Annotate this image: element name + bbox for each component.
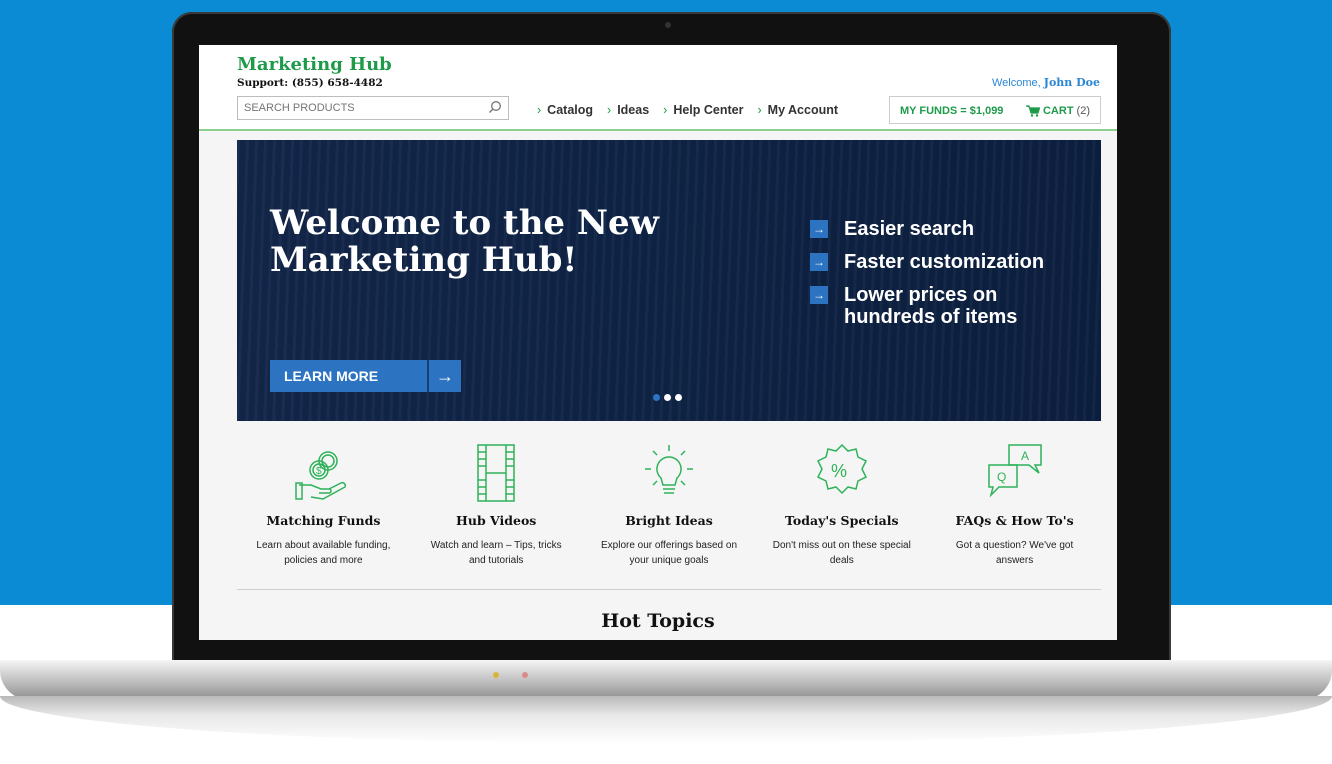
welcome-prefix: Welcome,: [991, 77, 1041, 89]
nav-label: Ideas: [617, 103, 650, 117]
my-funds-link[interactable]: MY FUNDS = $1,099: [900, 105, 1003, 117]
cart-icon: [1025, 105, 1040, 117]
arrow-right-icon: →: [427, 360, 461, 392]
led-indicator: [493, 672, 499, 678]
nav-label: My Account: [767, 103, 839, 117]
arrow-right-icon: →: [810, 253, 828, 271]
cart-button[interactable]: CART (2): [1025, 105, 1090, 117]
svg-text:$: $: [316, 466, 322, 477]
feature-title: Matching Funds: [266, 513, 381, 528]
hero-bullet: → Faster customization: [810, 251, 1044, 273]
feature-matching-funds[interactable]: $ Matching Funds Learn about available f…: [237, 421, 410, 568]
feature-bright-ideas[interactable]: Bright Ideas Explore our offerings based…: [583, 421, 756, 568]
hero-bullets: → Easier search → Faster customization →…: [810, 218, 1044, 339]
search-input[interactable]: [238, 97, 478, 119]
money-hand-icon: $: [295, 451, 347, 500]
nav-label: Catalog: [547, 103, 594, 117]
feature-desc: Learn about available funding, policies …: [256, 540, 391, 566]
carousel-dot[interactable]: [675, 394, 682, 401]
svg-text:Q: Q: [997, 470, 1006, 484]
feature-title: Bright Ideas: [625, 513, 713, 528]
arrow-right-icon: →: [810, 286, 828, 304]
brand-logo[interactable]: Marketing Hub: [237, 54, 392, 75]
search-icon[interactable]: [488, 100, 502, 114]
bullet-text: Faster customization: [844, 251, 1045, 273]
bullet-text: Lower prices on hundreds of items: [844, 284, 1018, 328]
lightbulb-icon: [644, 445, 693, 494]
support-phone: Support: (855) 658-4482: [237, 77, 383, 89]
feature-title: Today's Specials: [785, 513, 899, 528]
feature-desc: Watch and learn – Tips, tricks and tutor…: [430, 540, 562, 566]
nav-label: Help Center: [673, 103, 744, 117]
section-divider: [237, 589, 1101, 590]
user-name[interactable]: John Doe: [1044, 76, 1100, 89]
svg-text:A: A: [1021, 449, 1029, 463]
laptop-base: [0, 660, 1332, 700]
film-strip-icon: [477, 444, 515, 502]
hot-topics-heading: Hot Topics: [601, 610, 715, 632]
nav-catalog[interactable]: › Catalog: [537, 103, 593, 117]
nav-my-account[interactable]: › My Account: [757, 103, 838, 117]
hero-title: Welcome to the New Marketing Hub!: [270, 203, 659, 280]
feature-desc: Explore our offerings based on your uniq…: [600, 540, 737, 566]
site-header: Marketing Hub Support: (855) 658-4482 › …: [199, 45, 1117, 131]
funds-cart-box: MY FUNDS = $1,099 CART (2): [889, 96, 1101, 124]
learn-more-button[interactable]: LEARN MORE →: [270, 360, 461, 392]
search-box: [237, 96, 509, 120]
hero-bullet: → Easier search: [810, 218, 1044, 240]
feature-desc: Don't miss out on these special deals: [772, 540, 911, 566]
chevron-right-icon: ›: [757, 103, 762, 117]
qa-bubbles-icon: A Q: [987, 444, 1042, 498]
main-nav: › Catalog › Ideas › Help Center › My Acc…: [537, 103, 838, 117]
nav-help-center[interactable]: › Help Center: [663, 103, 743, 117]
cart-count: (2): [1076, 105, 1090, 117]
feature-desc: Got a question? We've got answers: [955, 540, 1074, 566]
arrow-right-icon: →: [810, 220, 828, 238]
feature-hub-videos[interactable]: Hub Videos Watch and learn – Tips, trick…: [410, 421, 583, 568]
chevron-right-icon: ›: [607, 103, 612, 117]
percent-badge-icon: %: [816, 443, 867, 495]
carousel-dots: [653, 394, 682, 401]
carousel-dot[interactable]: [664, 394, 671, 401]
chevron-right-icon: ›: [537, 103, 542, 117]
laptop-base-lip: [0, 696, 1332, 744]
learn-more-label: LEARN MORE: [270, 360, 427, 392]
feature-title: FAQs & How To's: [955, 513, 1074, 528]
carousel-dot[interactable]: [653, 394, 660, 401]
feature-title: Hub Videos: [456, 513, 537, 528]
feature-todays-specials[interactable]: % Today's Specials Don't miss out on the…: [755, 421, 928, 568]
bullet-text: Easier search: [844, 218, 975, 240]
led-indicator: [522, 672, 528, 678]
svg-text:%: %: [831, 461, 847, 481]
cart-label: CART: [1042, 105, 1074, 117]
camera-icon: [665, 22, 671, 28]
hero-banner: Welcome to the New Marketing Hub! LEARN …: [237, 140, 1101, 421]
nav-ideas[interactable]: › Ideas: [607, 103, 649, 117]
feature-faqs[interactable]: A Q FAQs & How To's Got a question? We'v…: [928, 421, 1101, 568]
feature-grid: $ Matching Funds Learn about available f…: [237, 421, 1101, 568]
laptop-screen: Marketing Hub Support: (855) 658-4482 › …: [199, 45, 1117, 640]
chevron-right-icon: ›: [663, 103, 668, 117]
hero-bullet: → Lower prices on hundreds of items: [810, 284, 1044, 328]
welcome-message: Welcome, John Doe: [992, 76, 1100, 89]
